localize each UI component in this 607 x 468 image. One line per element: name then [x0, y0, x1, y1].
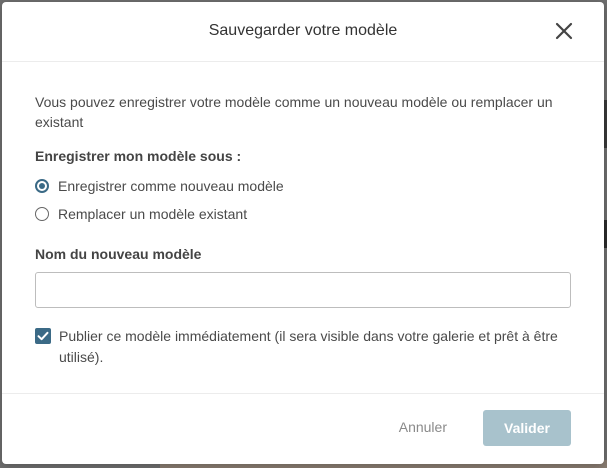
radio-label: Enregistrer comme nouveau modèle [58, 178, 284, 194]
publish-option[interactable]: Publier ce modèle immédiatement (il sera… [35, 326, 571, 368]
cancel-button[interactable]: Annuler [399, 419, 447, 435]
save-as-label: Enregistrer mon modèle sous : [35, 148, 242, 164]
radio-replace-template[interactable]: Remplacer un modèle existant [35, 200, 571, 228]
dialog-footer: Annuler Valider [2, 393, 604, 464]
publish-checkbox[interactable] [35, 328, 51, 344]
publish-label: Publier ce modèle immédiatement (il sera… [59, 328, 558, 365]
validate-button[interactable]: Valider [483, 410, 571, 446]
dialog-intro: Vous pouvez enregistrer votre modèle com… [35, 94, 553, 130]
close-icon [555, 22, 573, 40]
radio-label: Remplacer un modèle existant [58, 206, 248, 222]
save-template-dialog: Sauvegarder votre modèle Vous pouvez enr… [2, 2, 604, 464]
dialog-body: Vous pouvez enregistrer votre modèle com… [2, 62, 604, 368]
checkmark-icon [37, 331, 49, 341]
radio-button-checked[interactable] [35, 179, 49, 193]
dialog-header: Sauvegarder votre modèle [2, 2, 604, 62]
template-name-label: Nom du nouveau modèle [35, 246, 202, 262]
radio-new-template[interactable]: Enregistrer comme nouveau modèle [35, 172, 571, 200]
dialog-title: Sauvegarder votre modèle [208, 22, 398, 39]
radio-button[interactable] [35, 207, 49, 221]
close-button[interactable] [554, 21, 574, 41]
template-name-input[interactable] [35, 272, 571, 308]
